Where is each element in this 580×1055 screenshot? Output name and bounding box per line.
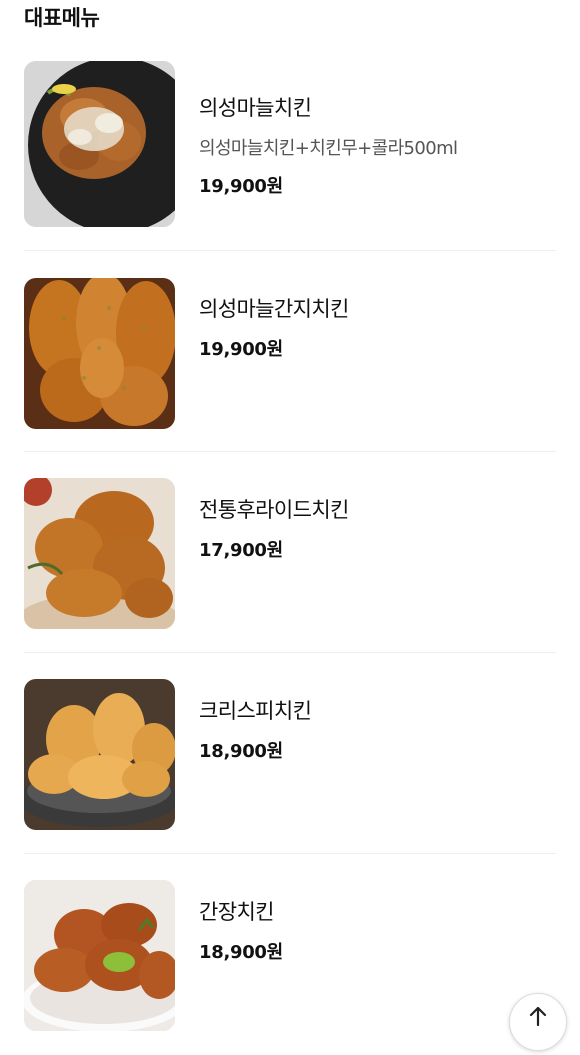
scroll-to-top-button[interactable] <box>509 993 567 1051</box>
menu-item-name: 전통후라이드치킨 <box>199 498 349 522</box>
menu-item-price: 18,900원 <box>199 942 283 963</box>
section-title: 대표메뉴 <box>24 6 100 30</box>
arrow-up-icon <box>529 1006 547 1027</box>
menu-item-name: 크리스피치킨 <box>199 699 312 723</box>
menu-item[interactable]: 간장치킨 18,900원 <box>0 854 580 1055</box>
menu-item[interactable]: 의성마늘치킨 의성마늘치킨+치킨무+콜라500ml 19,900원 <box>0 50 580 251</box>
menu-item-price: 18,900원 <box>199 741 283 762</box>
garlic-chicken-image <box>24 61 175 227</box>
menu-item-info: 크리스피치킨 18,900원 <box>199 695 312 763</box>
crispy-chicken-image <box>24 679 175 830</box>
menu-item-price: 17,900원 <box>199 540 283 561</box>
menu-item-price: 19,900원 <box>199 176 283 197</box>
menu-item[interactable]: 크리스피치킨 18,900원 <box>0 653 580 854</box>
fried-chicken-image <box>24 478 175 629</box>
menu-list: 의성마늘치킨 의성마늘치킨+치킨무+콜라500ml 19,900원 의성마늘간지… <box>0 50 580 1055</box>
menu-item-info: 의성마늘치킨 의성마늘치킨+치킨무+콜라500ml 19,900원 <box>199 92 458 198</box>
menu-item-name: 의성마늘치킨 <box>199 96 312 120</box>
menu-item-info: 간장치킨 18,900원 <box>199 896 283 964</box>
soy-chicken-image <box>24 880 175 1031</box>
menu-item-name: 간장치킨 <box>199 900 274 924</box>
menu-item[interactable]: 전통후라이드치킨 17,900원 <box>0 452 580 653</box>
menu-item[interactable]: 의성마늘간지치킨 19,900원 <box>0 251 580 452</box>
garlic-ganji-chicken-image <box>24 278 175 429</box>
menu-item-info: 의성마늘간지치킨 19,900원 <box>199 293 349 361</box>
menu-item-price: 19,900원 <box>199 339 283 360</box>
menu-item-name: 의성마늘간지치킨 <box>199 297 349 321</box>
menu-item-info: 전통후라이드치킨 17,900원 <box>199 494 349 562</box>
menu-item-desc: 의성마늘치킨+치킨무+콜라500ml <box>199 138 458 159</box>
